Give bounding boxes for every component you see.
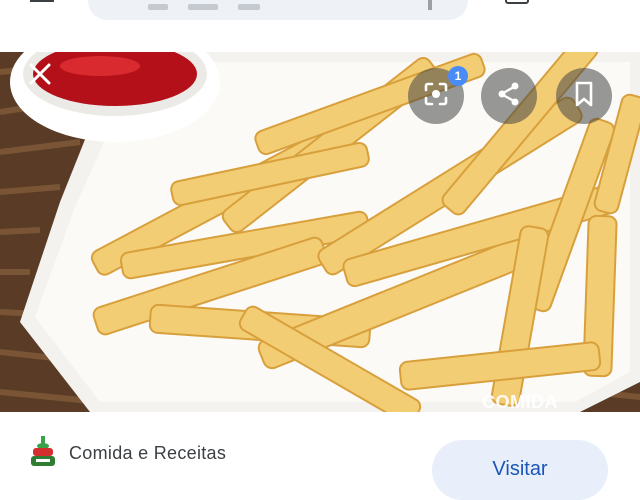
- share-button[interactable]: [481, 68, 537, 124]
- source-site-name[interactable]: Comida e Receitas: [69, 443, 226, 464]
- google-lens-icon: [422, 80, 450, 113]
- visit-button[interactable]: Visitar: [432, 440, 608, 500]
- close-icon: [27, 61, 53, 92]
- image-watermark: COMIDA: [482, 392, 558, 412]
- fries-image[interactable]: [0, 52, 640, 412]
- search-bar[interactable]: [88, 0, 468, 20]
- hamburger-icon[interactable]: [30, 0, 54, 4]
- top-bar: [0, 0, 640, 40]
- recipe-site-logo-icon: [30, 436, 56, 470]
- share-icon: [495, 80, 523, 113]
- lens-count-badge: 1: [448, 66, 468, 86]
- bookmark-icon: [572, 80, 596, 113]
- close-button[interactable]: [18, 52, 62, 100]
- save-button[interactable]: [556, 68, 612, 124]
- tabs-icon[interactable]: [505, 0, 529, 4]
- source-row: Comida e Receitas Visitar: [0, 412, 640, 500]
